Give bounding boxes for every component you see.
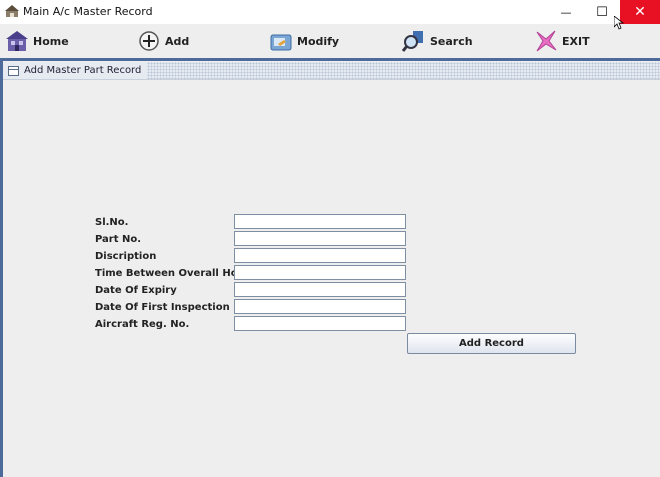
add-record-button[interactable]: Add Record [407, 333, 576, 354]
description-input[interactable] [234, 248, 406, 263]
exit-button[interactable]: EXIT [534, 26, 590, 56]
close-button[interactable]: ✕ [620, 0, 660, 24]
main-window: Main A/c Master Record — ☐ ✕ Home Add Mo… [0, 0, 660, 477]
maximize-icon: ☐ [596, 4, 608, 20]
minimize-button[interactable]: — [546, 0, 586, 24]
expiry-date-label: Date Of Expiry [95, 285, 177, 296]
home-button[interactable]: Home [5, 26, 69, 56]
add-icon [139, 31, 159, 51]
aircraft-reg-label: Aircraft Reg. No. [95, 319, 190, 330]
internal-frame-title-group: Add Master Part Record [3, 62, 148, 79]
minimize-icon: — [560, 5, 572, 19]
search-button[interactable]: Search [402, 26, 473, 56]
exit-icon [536, 30, 557, 52]
modify-button[interactable]: Modify [269, 26, 339, 56]
first-inspection-date-input[interactable] [234, 299, 406, 314]
toolbar: Home Add Modify Search EXIT [0, 24, 660, 58]
description-label: Discription [95, 251, 157, 262]
internal-frame-titlebar[interactable]: Add Master Part Record [3, 62, 660, 80]
internal-frame-title: Add Master Part Record [24, 65, 142, 76]
modify-icon [270, 34, 292, 51]
modify-label: Modify [297, 34, 340, 48]
add-label: Add [165, 34, 190, 48]
sl-no-label: Sl.No. [95, 217, 129, 228]
add-button[interactable]: Add [137, 26, 189, 56]
part-no-label: Part No. [95, 234, 142, 245]
expiry-date-input[interactable] [234, 282, 406, 297]
tbo-hours-input[interactable] [234, 265, 406, 280]
toolbar-divider [0, 58, 660, 61]
frame-icon [8, 65, 19, 76]
exit-label: EXIT [562, 34, 590, 48]
aircraft-reg-input[interactable] [234, 316, 406, 331]
desktop-pane-border [0, 61, 3, 477]
app-icon [5, 5, 19, 17]
window-title: Main A/c Master Record [23, 5, 153, 18]
search-label: Search [430, 34, 473, 48]
sl-no-input[interactable] [234, 214, 406, 229]
title-bar: Main A/c Master Record — ☐ ✕ [0, 0, 660, 24]
home-label: Home [33, 34, 69, 48]
first-inspection-date-label: Date Of First Inspection [95, 302, 230, 313]
search-icon [402, 31, 423, 52]
close-icon: ✕ [634, 4, 646, 20]
part-no-input[interactable] [234, 231, 406, 246]
mouse-cursor-icon [614, 16, 624, 30]
home-icon [6, 31, 28, 51]
